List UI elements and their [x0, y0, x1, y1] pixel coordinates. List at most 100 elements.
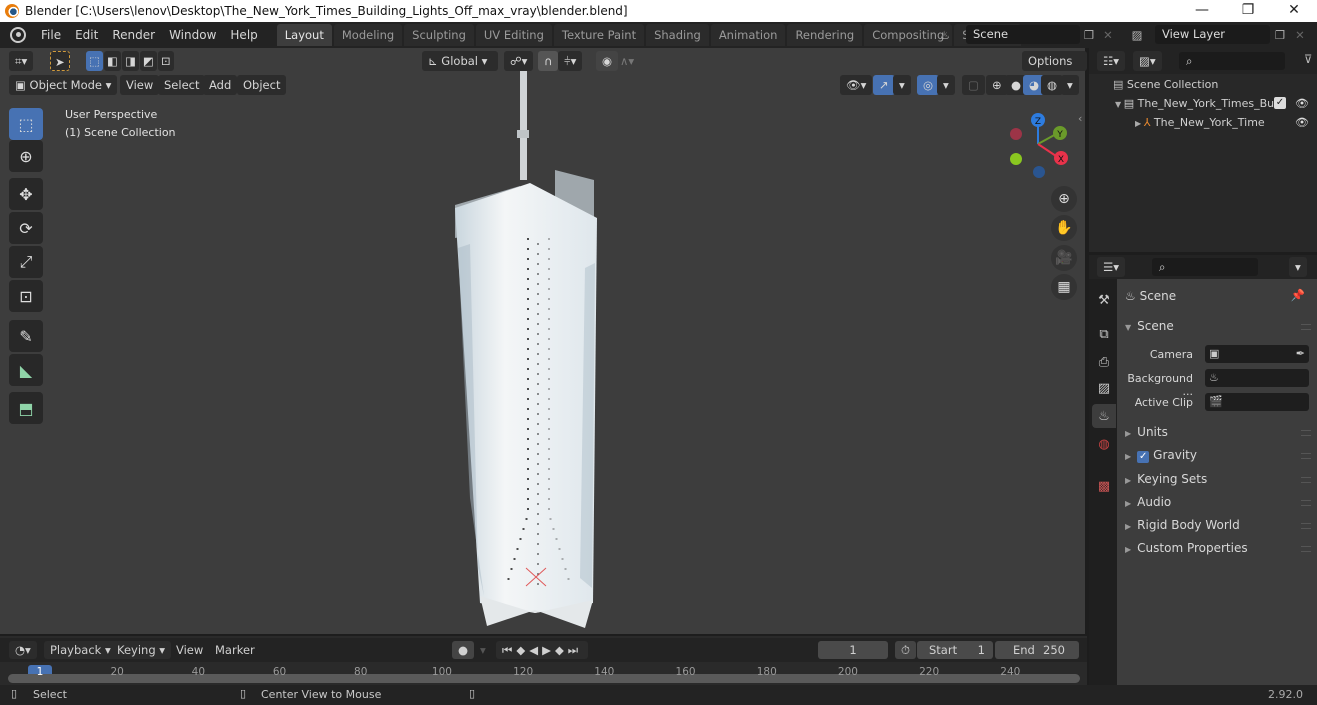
- cursor-tool[interactable]: ⊕: [9, 140, 43, 172]
- visibility-eye-icon[interactable]: 👁: [1295, 94, 1309, 113]
- navigation-gizmo[interactable]: Z Y X: [1003, 110, 1083, 190]
- shading-dropdown[interactable]: ▾: [1061, 75, 1079, 95]
- panel-scene[interactable]: ▼ Scene: [1125, 319, 1174, 333]
- outliner-item[interactable]: ▶ ⅄ The_New_York_Time 👁: [1089, 113, 1317, 132]
- neg-x-axis-ball[interactable]: [1010, 128, 1022, 140]
- select-new-mode[interactable]: ⬚: [86, 51, 103, 71]
- viewport-menu-view[interactable]: View: [120, 75, 160, 95]
- tab-modeling[interactable]: Modeling: [333, 24, 403, 46]
- restore-button[interactable]: ❐: [1225, 0, 1271, 22]
- snap-toggle[interactable]: ∩: [538, 51, 559, 71]
- filter-icon[interactable]: ⊽: [1304, 52, 1312, 66]
- select-mode-button[interactable]: ➤: [50, 51, 70, 71]
- delete-scene-icon[interactable]: ✕: [1099, 26, 1117, 44]
- blender-menu-icon[interactable]: [10, 27, 26, 43]
- xray-toggle[interactable]: ▢: [962, 75, 985, 95]
- panel-audio[interactable]: ▶ Audio: [1125, 495, 1171, 509]
- drag-handle[interactable]: [1301, 500, 1311, 506]
- menu-file[interactable]: File: [34, 28, 68, 42]
- prev-keyframe-icon[interactable]: ◆: [516, 643, 529, 657]
- new-view-layer-icon[interactable]: ❐: [1271, 26, 1289, 44]
- visibility-eye-icon[interactable]: 👁: [1295, 113, 1309, 132]
- tab-world[interactable]: ◍: [1092, 432, 1116, 456]
- close-button[interactable]: ✕: [1271, 0, 1317, 22]
- eyedropper-icon[interactable]: ✒: [1296, 345, 1305, 363]
- viewport-menu-add[interactable]: Add: [203, 75, 238, 95]
- drag-handle[interactable]: [1301, 453, 1311, 459]
- playback-menu[interactable]: Playback ▾: [44, 641, 117, 659]
- viewport-menu-select[interactable]: Select: [158, 75, 206, 95]
- scene-icon[interactable]: ♨: [936, 26, 954, 44]
- preview-range-toggle[interactable]: ⏱: [895, 641, 916, 659]
- panel-gravity[interactable]: ▶ ✓ Gravity: [1125, 448, 1197, 463]
- new-scene-icon[interactable]: ❐: [1080, 26, 1098, 44]
- sidebar-toggle-icon[interactable]: ‹: [1078, 112, 1082, 125]
- panel-custom-properties[interactable]: ▶ Custom Properties: [1125, 541, 1248, 555]
- perspective-grid-icon[interactable]: ▦: [1051, 274, 1077, 300]
- shading-rendered[interactable]: ◍: [1041, 75, 1064, 95]
- overlays-dropdown[interactable]: ▾: [937, 75, 955, 95]
- gizmo-toggle[interactable]: ↗: [873, 75, 895, 95]
- camera-view-icon[interactable]: 🎥: [1051, 245, 1077, 271]
- object-mode-dropdown[interactable]: ▣ Object Mode ▾: [9, 75, 118, 95]
- scene-selector[interactable]: Scene: [966, 25, 1080, 44]
- select-intersect-mode[interactable]: ⊡: [158, 51, 174, 71]
- tab-layout[interactable]: Layout: [276, 24, 332, 46]
- display-mode-dropdown[interactable]: ▨▾: [1133, 51, 1162, 71]
- properties-editor-type[interactable]: ☰▾: [1097, 257, 1126, 277]
- tab-sculpting[interactable]: Sculpting: [404, 24, 474, 46]
- gizmo-dropdown[interactable]: ▾: [893, 75, 911, 95]
- gravity-checkbox[interactable]: ✓: [1137, 451, 1150, 463]
- select-subtract-mode[interactable]: ◨: [122, 51, 139, 71]
- outliner-search-input[interactable]: ⌕: [1179, 52, 1285, 70]
- viewport-menu-object[interactable]: Object: [237, 75, 287, 95]
- tab-scene[interactable]: ♨: [1092, 404, 1116, 428]
- view-layer-icon[interactable]: ▨: [1128, 26, 1146, 44]
- tab-output[interactable]: ⎙: [1092, 350, 1116, 374]
- outliner-editor-type[interactable]: ☷▾: [1097, 51, 1126, 71]
- tab-shading[interactable]: Shading: [646, 24, 709, 46]
- jump-start-icon[interactable]: ⏮: [502, 643, 516, 657]
- drag-handle[interactable]: [1301, 430, 1311, 436]
- current-frame-field[interactable]: 1: [818, 641, 888, 659]
- drag-handle[interactable]: [1301, 546, 1311, 552]
- tab-view-layer[interactable]: ▨: [1092, 376, 1116, 400]
- panel-units[interactable]: ▶ Units: [1125, 425, 1168, 439]
- end-frame-field[interactable]: End 250: [995, 641, 1079, 659]
- menu-render[interactable]: Render: [105, 28, 162, 42]
- menu-edit[interactable]: Edit: [68, 28, 105, 42]
- keying-dropdown[interactable]: ▾: [474, 641, 492, 659]
- editor-type-button[interactable]: ⌗▾: [9, 51, 34, 71]
- neg-z-axis-ball[interactable]: [1033, 166, 1045, 178]
- tab-rendering[interactable]: Rendering: [787, 24, 863, 46]
- keying-menu[interactable]: Keying ▾: [111, 641, 172, 659]
- background-scene-field[interactable]: ♨: [1205, 369, 1309, 387]
- panel-rigid-body-world[interactable]: ▶ Rigid Body World: [1125, 518, 1240, 532]
- panel-keying-sets[interactable]: ▶ Keying Sets: [1125, 472, 1207, 486]
- outliner-scene-collection[interactable]: ▤ Scene Collection: [1089, 75, 1317, 94]
- outliner-item[interactable]: ▼ ▤ The_New_York_Times_Bu ✓ 👁: [1089, 94, 1317, 113]
- tab-texture[interactable]: ▩: [1092, 474, 1116, 498]
- tab-texture-paint[interactable]: Texture Paint: [553, 24, 645, 46]
- snap-target-dropdown[interactable]: ⫩▾: [558, 51, 583, 71]
- scale-tool[interactable]: ⤢: [9, 246, 43, 278]
- start-frame-field[interactable]: Start 1: [917, 641, 993, 659]
- zoom-view-icon[interactable]: ⊕: [1051, 186, 1077, 212]
- play-reverse-icon[interactable]: ◀: [529, 643, 542, 657]
- add-cube-tool[interactable]: ⬒: [9, 392, 43, 424]
- auto-keying-toggle[interactable]: ●: [452, 641, 475, 659]
- pan-hand-icon[interactable]: ✋: [1051, 215, 1077, 241]
- neg-y-axis-ball[interactable]: [1010, 153, 1022, 165]
- tab-animation[interactable]: Animation: [710, 24, 786, 46]
- camera-field[interactable]: ▣ ✒: [1205, 345, 1309, 363]
- tab-uv-editing[interactable]: UV Editing: [475, 24, 552, 46]
- transform-tool[interactable]: ⊡: [9, 280, 43, 312]
- drag-handle[interactable]: [1301, 523, 1311, 529]
- 3d-viewport[interactable]: User Perspective (1) Scene Collection Z …: [0, 48, 1087, 634]
- select-invert-mode[interactable]: ◩: [140, 51, 157, 71]
- tab-render[interactable]: ⧉: [1092, 322, 1116, 346]
- menu-help[interactable]: Help: [223, 28, 264, 42]
- overlays-toggle[interactable]: ◎: [917, 75, 940, 95]
- transform-orientation-dropdown[interactable]: ⊾ Global ▾: [422, 51, 498, 71]
- pin-icon[interactable]: 📌: [1291, 288, 1305, 302]
